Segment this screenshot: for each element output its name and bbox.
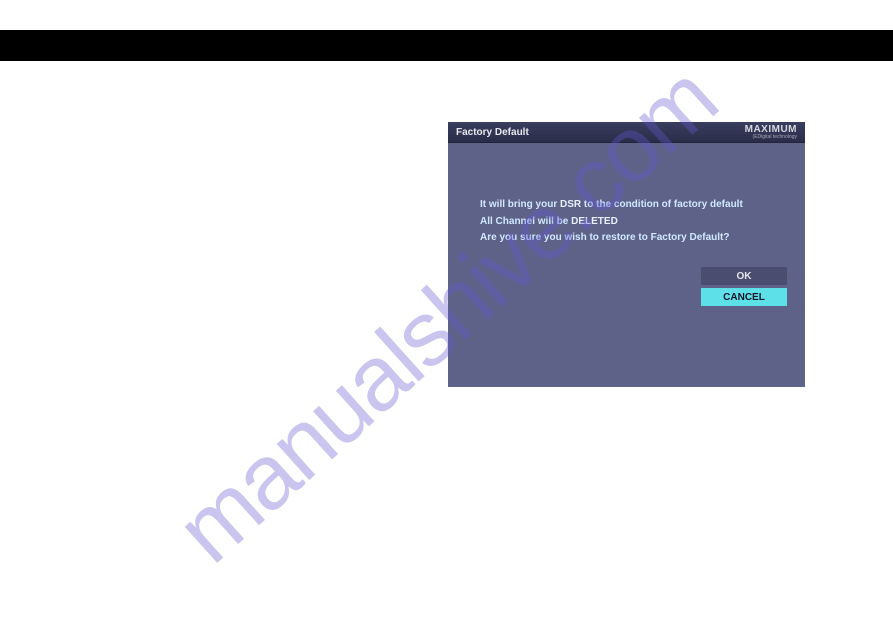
dialog-header: Factory Default MAXIMUM (EDigital techno… [448, 122, 805, 143]
brand-tagline: (EDigital technology [745, 135, 797, 140]
factory-default-dialog: Factory Default MAXIMUM (EDigital techno… [448, 122, 805, 387]
button-stack: OK CANCEL [701, 267, 787, 309]
page-header-bar [0, 30, 893, 61]
brand-logo: MAXIMUM (EDigital technology [745, 125, 797, 140]
msg-line1-prefix: It will bring your [480, 199, 560, 210]
msg-line2-prefix: All Channel will be [480, 216, 571, 227]
cancel-button[interactable]: CANCEL [701, 288, 787, 306]
ok-button[interactable]: OK [701, 267, 787, 285]
dialog-title: Factory Default [456, 127, 529, 138]
msg-line3: Are you sure you wish to restore to Fact… [480, 230, 743, 247]
msg-line1-suffix: to the condition of factory default [581, 199, 743, 210]
msg-line1-dsr: DSR [560, 199, 581, 210]
msg-line2-deleted: DELETED [571, 216, 618, 227]
dialog-message: It will bring your DSR to the condition … [480, 197, 743, 247]
brand-name: MAXIMUM [745, 125, 797, 135]
